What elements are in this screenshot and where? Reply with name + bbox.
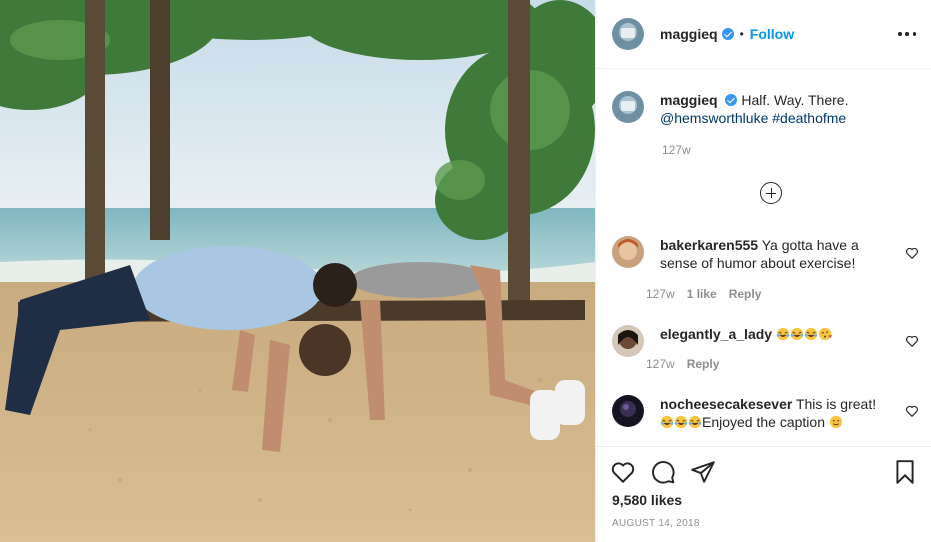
heart-icon[interactable] (610, 459, 636, 485)
comment-timestamp[interactable]: 127w (646, 287, 675, 301)
commenter-avatar[interactable] (612, 395, 644, 427)
laughing-crying-emoji-icon (660, 415, 674, 429)
laughing-crying-emoji-icon (674, 415, 688, 429)
comment-text-continued: Enjoyed the caption (702, 414, 825, 430)
beach-photo (0, 0, 595, 542)
author-username[interactable]: maggieq (660, 26, 718, 42)
more-options-icon[interactable] (898, 26, 916, 42)
comment-text: This is great! (795, 396, 877, 412)
like-comment-heart-icon[interactable] (905, 404, 919, 418)
comment-text-block: elegantly_a_lady (660, 325, 896, 357)
likes-count[interactable]: 9,580 likes (612, 492, 682, 508)
laughing-crying-emoji-icon (776, 327, 790, 341)
smile-emoji-icon (829, 415, 842, 429)
verified-badge-icon (725, 94, 738, 106)
author-avatar[interactable] (612, 18, 644, 50)
follow-button[interactable]: Follow (750, 26, 794, 42)
comment-item: nocheesecakesever This is great! Enjoyed… (612, 395, 922, 431)
post-photo[interactable] (0, 0, 595, 542)
like-comment-heart-icon[interactable] (905, 334, 919, 348)
comment-meta: 127w Reply (646, 357, 719, 371)
post-header: maggieq • Follow (596, 0, 931, 69)
caption-text-block: maggieq Half. Way. There. @hemsworthluke… (660, 91, 910, 127)
load-more-comments-icon[interactable] (760, 182, 782, 204)
comment-likes-count[interactable]: 1 like (687, 287, 717, 301)
laughing-crying-emoji-icon (804, 327, 818, 341)
like-comment-heart-icon[interactable] (905, 246, 919, 260)
comment-item: bakerkaren555 Ya gotta have a sense of h… (612, 236, 922, 272)
commenter-avatar[interactable] (612, 236, 644, 268)
post-side-panel: maggieq • Follow maggieq Half. Way. Ther… (595, 0, 931, 542)
caption-hashtag-link[interactable]: #deathofme (772, 110, 846, 126)
comment-reply-button[interactable]: Reply (729, 287, 762, 301)
comment-reply-button[interactable]: Reply (687, 357, 720, 371)
post-actions: 9,580 likes August 14, 2018 (596, 446, 931, 542)
laughing-crying-emoji-icon (688, 415, 702, 429)
caption-mention-link[interactable]: @hemsworthluke (660, 110, 768, 126)
kissing-heart-emoji-icon (818, 327, 832, 341)
share-icon[interactable] (690, 459, 716, 485)
caption-author-avatar[interactable] (612, 91, 644, 123)
comment-meta: 127w 1 like Reply (646, 287, 761, 301)
laughing-crying-emoji-icon (790, 327, 804, 341)
comment-username[interactable]: nocheesecakesever (660, 396, 792, 412)
comment-text-block: nocheesecakesever This is great! Enjoyed… (660, 395, 896, 431)
bookmark-icon[interactable] (892, 459, 918, 485)
verified-badge-icon (721, 28, 734, 40)
caption-username[interactable]: maggieq (660, 92, 718, 108)
instagram-post: maggieq • Follow maggieq Half. Way. Ther… (0, 0, 931, 542)
comment-username[interactable]: elegantly_a_lady (660, 326, 772, 342)
comment-item: elegantly_a_lady (612, 325, 922, 357)
comment-timestamp[interactable]: 127w (646, 357, 675, 371)
comment-username[interactable]: bakerkaren555 (660, 237, 758, 253)
caption-text: Half. Way. There. (741, 92, 849, 108)
post-caption: maggieq Half. Way. There. @hemsworthluke… (612, 91, 922, 127)
comment-icon[interactable] (650, 459, 676, 485)
separator-dot: • (739, 27, 744, 41)
comment-text-block: bakerkaren555 Ya gotta have a sense of h… (660, 236, 896, 272)
caption-timestamp[interactable]: 127w (662, 143, 691, 157)
post-date[interactable]: August 14, 2018 (612, 518, 700, 529)
author-line: maggieq • Follow (660, 26, 794, 42)
commenter-avatar[interactable] (612, 325, 644, 357)
